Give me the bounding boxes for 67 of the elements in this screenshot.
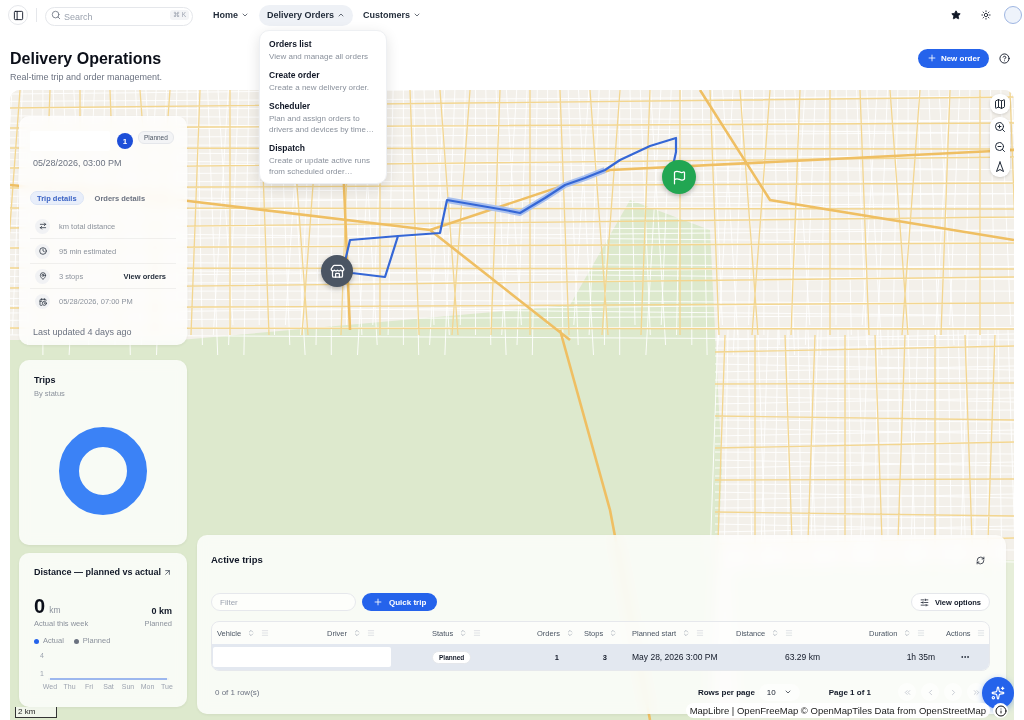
sort-icon[interactable] xyxy=(903,629,912,637)
table-cell: 1h 35m xyxy=(906,652,935,662)
sliders-icon xyxy=(919,597,929,607)
panel-title: Active trips xyxy=(211,554,263,566)
rows-per-page-label: Rows per page xyxy=(697,687,755,697)
refresh-icon xyxy=(975,555,985,565)
star-icon xyxy=(951,10,961,20)
table-cell: May 28, 2026 3:00 PM xyxy=(632,652,718,662)
page-title: Delivery Operations xyxy=(10,49,163,69)
sort-icon[interactable] xyxy=(682,629,691,637)
sparkles-icon xyxy=(991,686,1005,700)
sort-icon[interactable] xyxy=(459,629,468,637)
sun-icon xyxy=(981,10,991,20)
north-arrow-icon xyxy=(994,161,1006,173)
count-badge: 1 xyxy=(117,133,133,149)
zoom-in-icon xyxy=(994,121,1006,133)
arrow-up-right-icon[interactable] xyxy=(163,567,172,577)
sort-icon[interactable] xyxy=(609,629,618,637)
page-indicator: Page 1 of 1 xyxy=(828,687,871,697)
double-chevron-right-icon xyxy=(971,687,981,697)
rows-per-page-select[interactable]: 10 xyxy=(758,683,800,701)
sort-icon[interactable] xyxy=(353,629,361,637)
filter-field[interactable]: Filter xyxy=(211,593,356,611)
actual-distance-value: 0 xyxy=(34,595,46,617)
two-way-arrows-icon xyxy=(35,218,50,234)
card-title: Distance — planned vs actual xyxy=(34,566,162,578)
page-subtitle: Real-time trip and order management. xyxy=(10,71,163,83)
map-scale-bar: 2 km xyxy=(15,707,57,718)
column-menu-icon[interactable] xyxy=(976,629,985,637)
double-chevron-left-icon xyxy=(902,687,912,697)
calendar-clock-icon xyxy=(35,294,50,309)
search-icon xyxy=(51,9,61,20)
new-order-button[interactable]: New order xyxy=(917,48,989,68)
sidebar-panel-icon xyxy=(12,9,24,21)
sort-icon[interactable] xyxy=(771,629,780,637)
selection-count: 0 of 1 row(s) xyxy=(214,687,260,697)
zoom-out-icon xyxy=(994,141,1006,153)
trip-start-date: 05/28/2026, 03:00 PM xyxy=(32,157,123,169)
folded-map-icon xyxy=(994,98,1006,110)
quick-trip-button[interactable]: Quick trip xyxy=(362,593,438,611)
help-icon xyxy=(998,52,1010,64)
table-cell: 63.29 km xyxy=(785,652,820,662)
card-title: Trips xyxy=(34,374,57,386)
chevron-up-icon xyxy=(337,11,346,19)
column-menu-icon[interactable] xyxy=(785,629,794,637)
nav-menu-item[interactable]: Delivery Orders xyxy=(259,4,354,26)
map-attribution: MapLibre | OpenFreeMap © OpenMapTiles Data from OpenStreetMap xyxy=(685,703,990,718)
sort-icon[interactable] xyxy=(565,629,574,637)
menu-item[interactable]: Scheduler Plan and assign orders to drivers and devices by time… xyxy=(260,95,386,138)
menu-item[interactable]: Orders list View and manage all orders xyxy=(260,33,386,65)
plus-icon xyxy=(926,53,937,63)
column-menu-icon[interactable] xyxy=(917,629,926,637)
clock-icon xyxy=(35,243,50,259)
user-avatar[interactable] xyxy=(1004,6,1022,24)
menu-item[interactable]: Create order Create a new delivery order. xyxy=(260,64,386,96)
plus-icon xyxy=(373,597,383,607)
chevron-down-icon xyxy=(783,688,792,696)
nav-menu-item[interactable]: Customers xyxy=(355,4,430,26)
chevron-down-icon xyxy=(413,11,422,19)
unit-label: km xyxy=(49,605,61,615)
nav-menu-item[interactable]: Home xyxy=(205,4,257,26)
map-pin-icon xyxy=(35,268,50,284)
chevron-down-icon xyxy=(241,11,249,19)
menu-item[interactable]: Dispatch Create or update active runs from scheduled order… xyxy=(260,137,386,180)
last-updated-text: Last updated 4 days ago xyxy=(32,326,133,338)
sort-icon[interactable] xyxy=(247,629,256,637)
planned-distance-value: 0 km xyxy=(151,605,172,617)
